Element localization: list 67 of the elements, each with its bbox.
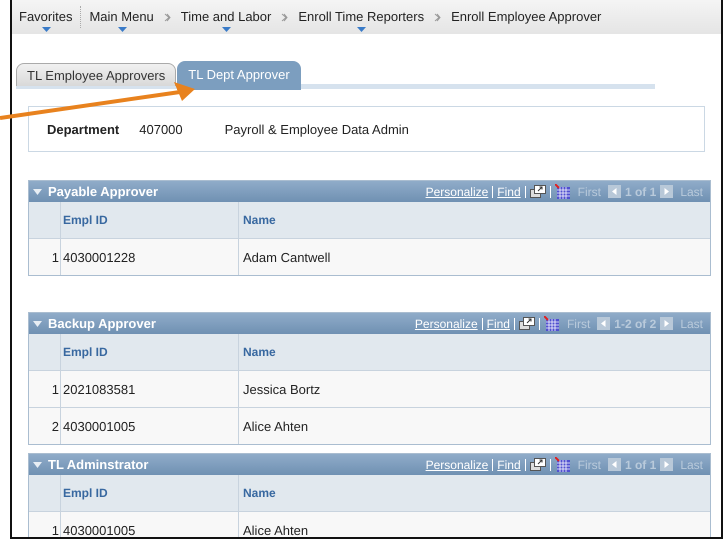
table-cell: Alice Ahten [238,512,710,537]
find-link[interactable]: Find [497,184,521,198]
breadcrumb-link[interactable]: Favorites [13,0,78,24]
chevron-icon [164,13,171,22]
chevron-icon [281,13,288,22]
dropdown-icon[interactable] [42,27,51,32]
collapse-icon[interactable] [33,462,42,468]
last-label: Last [680,184,703,198]
row-range: 1 of 1 [624,458,656,472]
collapse-icon[interactable] [33,188,42,194]
new-window-icon[interactable] [518,317,535,330]
column-header: Empl ID [60,202,238,238]
grid-title: Backup Approver [48,316,156,331]
row-range: 1-2 of 2 [614,316,656,330]
chevron-icon [434,13,442,22]
next-icon[interactable] [660,317,674,330]
row-number: 1 [29,238,60,275]
column-header: Empl ID [60,475,238,512]
find-link[interactable]: Find [497,458,521,472]
spreadsheet-icon[interactable] [554,457,571,472]
first-label: First [566,316,590,330]
find-link[interactable]: Find [486,316,510,330]
table-cell: Adam Cantwell [238,238,710,275]
next-icon[interactable] [660,185,674,198]
breadcrumb-link[interactable]: Main Menu [83,0,160,24]
row-number: 1 [29,512,60,537]
table-cell: Alice Ahten [238,408,710,444]
table-cell: 4030001005 [60,512,238,537]
previous-icon[interactable] [608,185,621,198]
new-window-icon[interactable] [530,458,546,471]
previous-icon[interactable] [597,317,610,330]
last-label: Last [680,458,703,472]
column-header: Name [238,202,710,238]
table-cell: Jessica Bortz [238,370,710,408]
collapse-icon[interactable] [33,320,42,326]
first-label: First [578,184,601,198]
previous-icon[interactable] [608,458,621,471]
table-cell: 4030001005 [60,408,238,444]
personalize-link[interactable]: Personalize [414,316,478,330]
last-label: Last [680,316,703,330]
dropdown-icon[interactable] [222,27,232,32]
spreadsheet-icon[interactable] [554,184,571,199]
department-description: Payroll & Employee Data Admin [224,122,409,136]
dropdown-icon[interactable] [357,27,366,32]
row-range: 1 of 1 [624,184,656,198]
row-number: 1 [29,370,60,408]
personalize-link[interactable]: Personalize [426,184,488,198]
spreadsheet-icon[interactable] [544,316,560,331]
grid-title: TL Adminstrator [48,457,148,472]
grid-title: Payable Approver [48,184,158,199]
personalize-link[interactable]: Personalize [426,458,488,472]
tab[interactable]: TL Employee Approvers [16,63,176,86]
column-header: Name [238,475,710,512]
column-header: Name [238,334,710,370]
table-cell: 2021083581 [60,370,238,408]
first-label: First [578,458,601,472]
department-code: 407000 [139,122,183,136]
department-label: Department [47,122,120,136]
table-cell: 4030001228 [60,238,238,275]
breadcrumb-link[interactable]: Enroll Employee Approver [445,0,608,24]
breadcrumb-link[interactable]: Time and Labor [174,0,278,24]
row-number: 2 [29,408,60,444]
breadcrumb-link[interactable]: Enroll Time Reporters [292,0,430,24]
next-icon[interactable] [660,458,674,471]
column-header: Empl ID [60,334,238,370]
new-window-icon[interactable] [530,185,546,198]
dropdown-icon[interactable] [118,27,127,32]
